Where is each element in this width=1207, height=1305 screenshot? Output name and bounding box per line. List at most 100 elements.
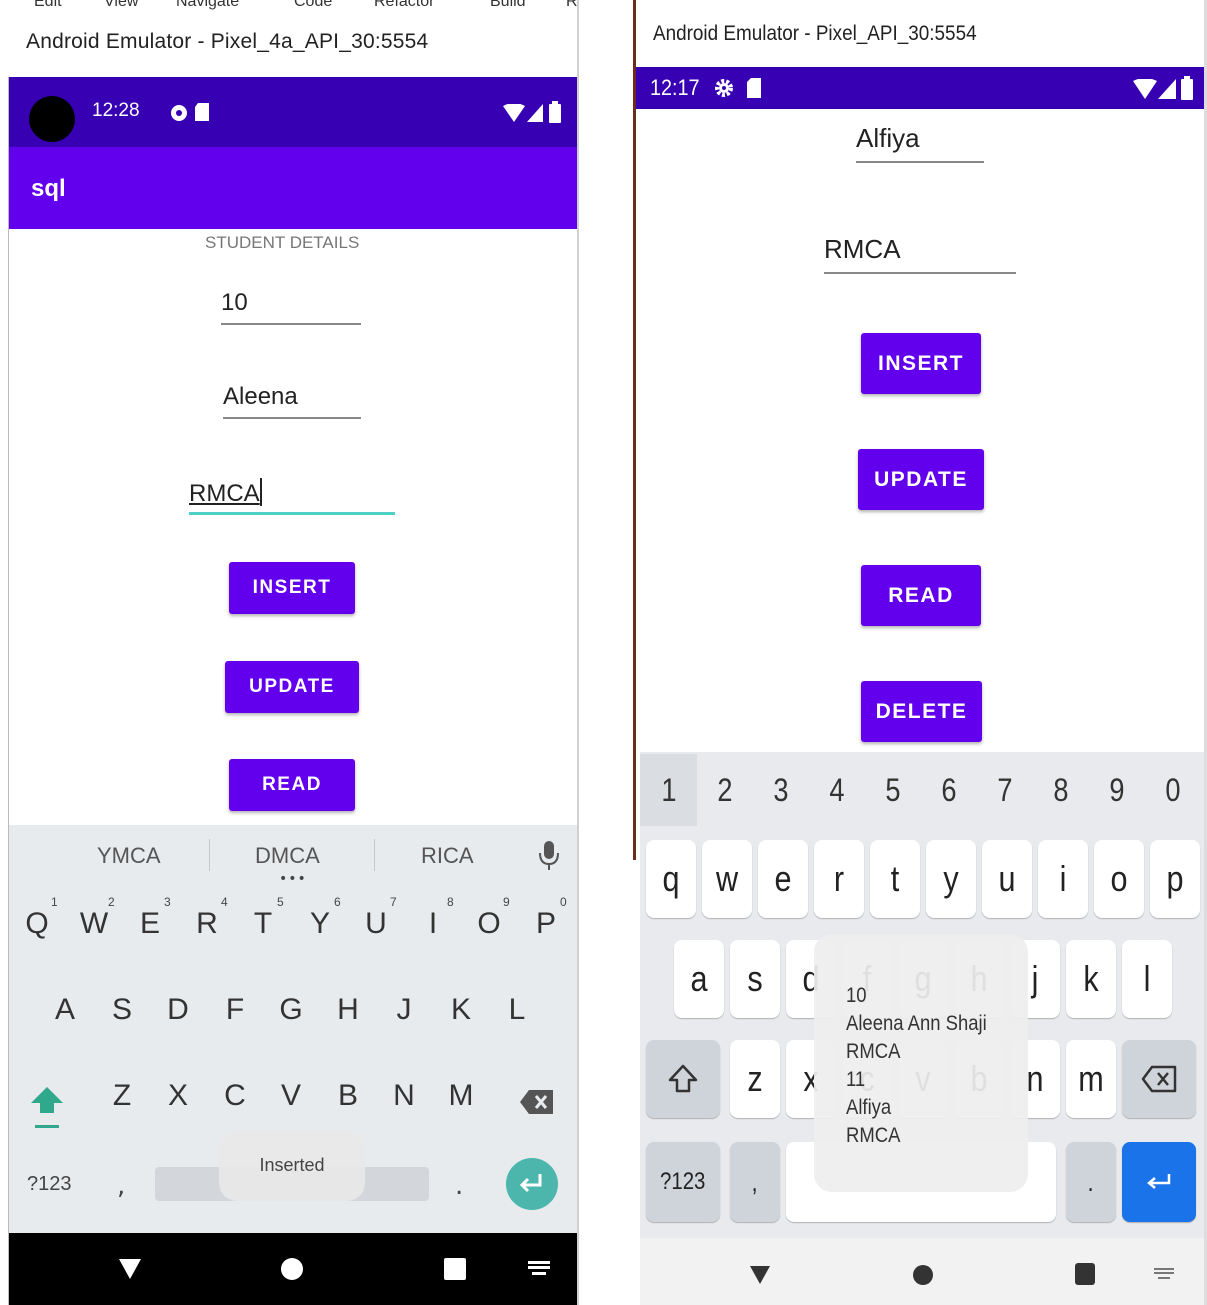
key-h[interactable]: H: [324, 993, 372, 1027]
key-q[interactable]: Q: [13, 907, 61, 941]
key-x[interactable]: X: [154, 1079, 202, 1113]
key-l[interactable]: l: [1122, 940, 1172, 1018]
read-button[interactable]: READ: [861, 565, 981, 626]
key-n[interactable]: N: [380, 1079, 428, 1113]
key-o[interactable]: o: [1094, 840, 1144, 918]
comma-key[interactable]: ,: [730, 1142, 780, 1222]
key-m[interactable]: M: [437, 1079, 485, 1113]
suggestion-3[interactable]: RICA: [421, 843, 474, 869]
key-4[interactable]: 4: [813, 772, 861, 809]
backspace-icon[interactable]: [519, 1089, 555, 1115]
menu-item[interactable]: Edit: [34, 0, 62, 11]
suggestion-1[interactable]: YMCA: [97, 843, 161, 869]
menu-item[interactable]: Build: [490, 0, 526, 11]
key-m[interactable]: m: [1066, 1040, 1116, 1118]
key-y[interactable]: Y: [296, 907, 344, 941]
key-j[interactable]: J: [380, 993, 428, 1027]
menu-item[interactable]: Code: [294, 0, 332, 11]
menu-item[interactable]: Refactor: [374, 0, 434, 11]
key-w[interactable]: w: [702, 840, 752, 918]
backspace-key[interactable]: [1122, 1040, 1196, 1118]
shift-icon[interactable]: [29, 1083, 65, 1133]
menu-item[interactable]: R: [566, 0, 578, 11]
home-icon[interactable]: [912, 1264, 934, 1286]
key-e[interactable]: E: [126, 907, 174, 941]
key-f[interactable]: F: [211, 993, 259, 1027]
key-t[interactable]: t: [870, 840, 920, 918]
key-z[interactable]: Z: [98, 1079, 146, 1113]
keyboard-switch-icon[interactable]: [528, 1261, 550, 1277]
more-suggestions-dots[interactable]: •••: [279, 871, 307, 887]
key-8[interactable]: 8: [1037, 772, 1085, 809]
course-value: RMCA: [189, 480, 260, 507]
window-border: [8, 77, 9, 1305]
toast-line: RMCA: [846, 1040, 901, 1063]
name-field[interactable]: Alfiya: [856, 123, 984, 163]
key-d[interactable]: D: [154, 993, 202, 1027]
course-field[interactable]: RMCA: [189, 478, 395, 515]
delete-button[interactable]: DELETE: [861, 681, 982, 742]
key-2[interactable]: 2: [701, 772, 749, 809]
key-s[interactable]: S: [98, 993, 146, 1027]
key-s[interactable]: s: [730, 940, 780, 1018]
update-button[interactable]: UPDATE: [225, 661, 359, 713]
insert-button[interactable]: INSERT: [861, 333, 981, 394]
key-o[interactable]: O: [465, 907, 513, 941]
comma-key[interactable]: ,: [117, 1171, 125, 1201]
key-k[interactable]: K: [437, 993, 485, 1027]
course-field[interactable]: RMCA: [824, 234, 1016, 274]
key-u[interactable]: U: [352, 907, 400, 941]
recents-icon[interactable]: [1074, 1262, 1096, 1286]
key-i[interactable]: I: [409, 907, 457, 941]
key-i[interactable]: i: [1038, 840, 1088, 918]
enter-key[interactable]: [1122, 1142, 1196, 1222]
read-button[interactable]: READ: [229, 759, 355, 811]
enter-key[interactable]: [506, 1158, 558, 1210]
menu-item[interactable]: View: [104, 0, 138, 11]
back-icon[interactable]: [748, 1262, 772, 1286]
name-field[interactable]: Aleena: [223, 383, 361, 419]
key-0[interactable]: 0: [1149, 772, 1197, 809]
period-key[interactable]: .: [1066, 1142, 1116, 1222]
key-r[interactable]: r: [814, 840, 864, 918]
key-9[interactable]: 9: [1093, 772, 1141, 809]
symbols-key[interactable]: ?123: [27, 1173, 72, 1196]
id-field[interactable]: 10: [221, 289, 361, 325]
insert-button[interactable]: INSERT: [229, 562, 355, 614]
shift-key[interactable]: [646, 1040, 720, 1118]
key-a[interactable]: A: [41, 993, 89, 1027]
key-7[interactable]: 7: [981, 772, 1029, 809]
period-key[interactable]: .: [455, 1171, 463, 1201]
key-g[interactable]: G: [267, 993, 315, 1027]
key-q[interactable]: q: [646, 840, 696, 918]
key-t[interactable]: T: [239, 907, 287, 941]
suggestion-2[interactable]: DMCA: [255, 843, 320, 869]
key-6[interactable]: 6: [925, 772, 973, 809]
key-z[interactable]: z: [730, 1040, 780, 1118]
key-r[interactable]: R: [183, 907, 231, 941]
key-a[interactable]: a: [674, 940, 724, 1018]
key-p[interactable]: p: [1150, 840, 1200, 918]
key-w[interactable]: W: [70, 907, 118, 941]
key-l[interactable]: L: [493, 993, 541, 1027]
keyboard-switch-icon[interactable]: [1154, 1268, 1174, 1280]
key-v[interactable]: V: [267, 1079, 315, 1113]
key-k[interactable]: k: [1066, 940, 1116, 1018]
update-button[interactable]: UPDATE: [858, 449, 984, 510]
symbols-key[interactable]: ?123: [646, 1142, 720, 1222]
key-5[interactable]: 5: [869, 772, 917, 809]
key-y[interactable]: y: [926, 840, 976, 918]
home-icon[interactable]: [280, 1257, 304, 1281]
back-icon[interactable]: [117, 1255, 143, 1281]
key-p[interactable]: P: [522, 907, 570, 941]
recents-icon[interactable]: [443, 1257, 467, 1281]
status-time: 12:17: [650, 75, 700, 100]
key-b[interactable]: B: [324, 1079, 372, 1113]
key-c[interactable]: C: [211, 1079, 259, 1113]
microphone-icon[interactable]: [539, 841, 559, 871]
menu-item[interactable]: Navigate: [176, 0, 239, 11]
key-1[interactable]: 1: [645, 772, 693, 809]
key-u[interactable]: u: [982, 840, 1032, 918]
key-e[interactable]: e: [758, 840, 808, 918]
key-3[interactable]: 3: [757, 772, 805, 809]
